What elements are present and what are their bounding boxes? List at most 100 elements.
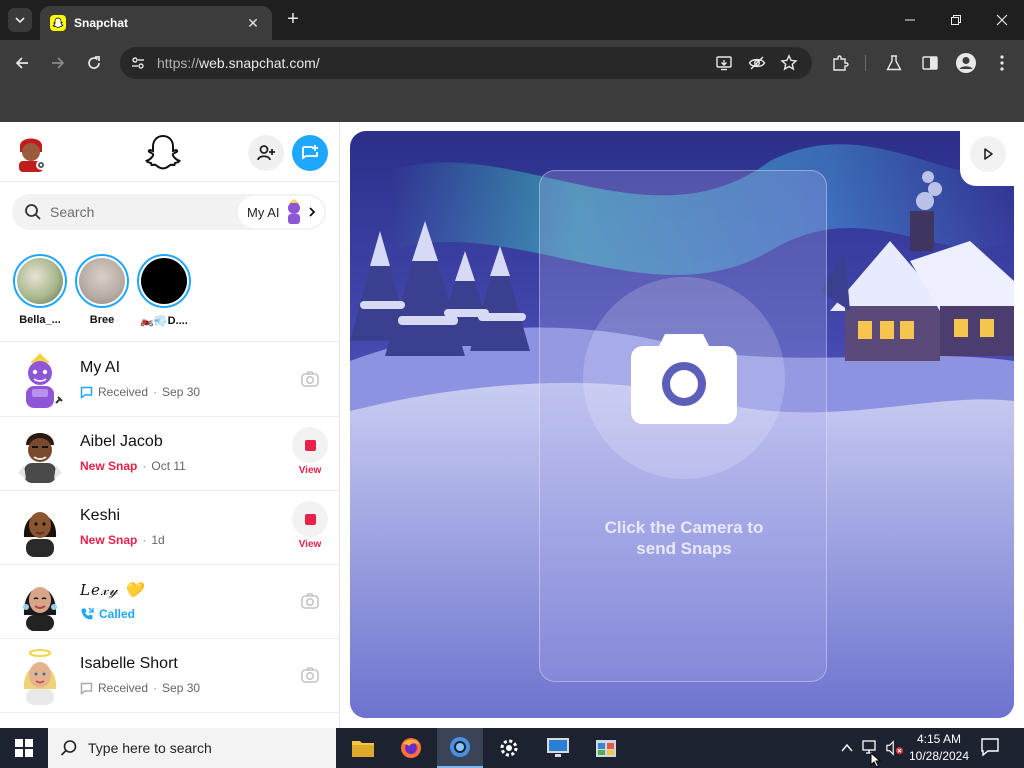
tab-search-button[interactable] bbox=[8, 8, 32, 32]
chat-name: 𝐿𝑒𝓍𝓎 💛 bbox=[80, 581, 145, 599]
view-snap-label: View bbox=[298, 465, 322, 476]
story-ring bbox=[13, 254, 67, 308]
camera-icon[interactable] bbox=[300, 591, 320, 611]
my-ai-avatar-icon bbox=[287, 199, 300, 224]
chat-status-text: New Snap bbox=[80, 459, 138, 473]
notification-center-button[interactable] bbox=[980, 737, 1004, 759]
profile-icon[interactable] bbox=[954, 51, 978, 75]
chat-row-isabelle-short[interactable]: Isabelle Short Received · Sep 30 bbox=[0, 639, 339, 713]
taskbar-search[interactable]: Type here to search bbox=[48, 728, 336, 768]
new-chat-button[interactable] bbox=[292, 135, 328, 171]
play-icon bbox=[984, 148, 993, 160]
chat-row-aibel-jacob[interactable]: Aibel Jacob New Snap · Oct 11 View bbox=[0, 417, 339, 491]
close-window-button[interactable] bbox=[982, 6, 1022, 34]
camera-hint: Click the Camera to send Snaps bbox=[540, 517, 828, 559]
status-separator: · bbox=[142, 533, 147, 547]
taskbar-search-placeholder: Type here to search bbox=[88, 740, 212, 756]
view-snap-label: View bbox=[298, 539, 322, 550]
add-friend-icon bbox=[257, 145, 275, 161]
labs-flask-icon[interactable] bbox=[882, 51, 906, 75]
story-thumbnail bbox=[17, 258, 63, 304]
story-item[interactable]: Bree bbox=[72, 254, 132, 326]
url-protocol: https:// bbox=[157, 55, 200, 71]
windows-taskbar: Type here to search 4:15 AM 10/28/2024 bbox=[0, 728, 1024, 768]
install-app-icon[interactable] bbox=[714, 53, 734, 73]
volume-muted-icon[interactable] bbox=[886, 739, 904, 757]
bookmark-star-icon[interactable] bbox=[779, 53, 799, 73]
minimize-icon bbox=[905, 19, 915, 21]
folder-icon bbox=[352, 741, 374, 757]
open-stories-button[interactable] bbox=[970, 136, 1006, 172]
story-name: Bella_... bbox=[19, 314, 61, 326]
arrow-right-icon bbox=[52, 57, 65, 69]
control-panel-icon bbox=[596, 740, 616, 757]
chat-avatar bbox=[12, 571, 68, 633]
tab-title: Snapchat bbox=[74, 16, 129, 30]
search-bar[interactable]: Search My AI bbox=[12, 194, 326, 230]
chat-time: Oct 11 bbox=[151, 459, 186, 473]
chat-avatar bbox=[12, 349, 68, 411]
browser-tab-snapchat[interactable]: Snapchat ✕ bbox=[40, 6, 272, 40]
close-icon bbox=[996, 14, 1008, 26]
chevron-right-icon bbox=[308, 207, 315, 217]
address-bar[interactable]: https://web.snapchat.com/ bbox=[120, 47, 812, 79]
story-name: 🏍️💨D.... bbox=[140, 315, 188, 327]
my-ai-shortcut-button[interactable]: My AI bbox=[238, 196, 324, 228]
windows-logo-icon bbox=[15, 739, 33, 757]
extensions-icon[interactable] bbox=[828, 51, 852, 75]
reload-icon bbox=[88, 56, 100, 69]
view-snap-button[interactable]: View bbox=[292, 501, 328, 550]
status-separator: · bbox=[153, 385, 158, 399]
chat-row-lexy[interactable]: 𝐿𝑒𝓍𝓎 💛 Called bbox=[0, 565, 339, 639]
mouse-cursor-icon bbox=[870, 752, 882, 768]
eye-off-icon[interactable] bbox=[747, 53, 767, 73]
back-button[interactable] bbox=[9, 50, 35, 76]
story-item[interactable]: Bella_... bbox=[10, 254, 70, 326]
chat-row-keshi[interactable]: Keshi New Snap · 1d View bbox=[0, 491, 339, 565]
chat-time: 1d bbox=[151, 533, 165, 547]
camera-hint-line-1: Click the Camera to bbox=[604, 518, 764, 537]
browser-tab-bar: Snapchat ✕ + bbox=[0, 0, 1024, 40]
chat-status-text: Received bbox=[98, 385, 149, 399]
tray-overflow-chevron-icon[interactable] bbox=[838, 739, 856, 757]
chat-row-partial[interactable] bbox=[0, 713, 339, 728]
gear-icon bbox=[500, 739, 518, 757]
chat-row-my-ai[interactable]: My AI Received · Sep 30 bbox=[0, 343, 339, 417]
side-panel-icon[interactable] bbox=[918, 51, 942, 75]
firefox-app[interactable] bbox=[388, 728, 434, 768]
my-profile-avatar[interactable] bbox=[14, 132, 48, 172]
start-button[interactable] bbox=[0, 728, 48, 768]
file-explorer-app[interactable] bbox=[340, 728, 386, 768]
chrome-app[interactable] bbox=[437, 728, 483, 768]
close-tab-button[interactable]: ✕ bbox=[244, 15, 262, 32]
site-info-icon[interactable] bbox=[128, 53, 148, 73]
system-clock[interactable]: 4:15 AM 10/28/2024 bbox=[904, 731, 974, 765]
story-thumbnail bbox=[79, 258, 125, 304]
view-snap-icon bbox=[292, 501, 328, 537]
bookmarks-bar bbox=[0, 86, 1024, 122]
view-snap-button[interactable]: View bbox=[292, 427, 328, 476]
minimize-button[interactable] bbox=[890, 6, 930, 34]
search-icon bbox=[25, 204, 41, 220]
remote-desktop-app[interactable] bbox=[535, 728, 581, 768]
settings-app[interactable] bbox=[486, 728, 532, 768]
camera-icon[interactable] bbox=[300, 665, 320, 685]
more-menu-icon[interactable] bbox=[990, 51, 1014, 75]
camera-capture-button[interactable] bbox=[583, 277, 785, 479]
new-tab-button[interactable]: + bbox=[282, 8, 304, 30]
forward-button[interactable] bbox=[45, 50, 71, 76]
add-friend-button[interactable] bbox=[248, 135, 284, 171]
chat-time: Sep 30 bbox=[162, 385, 201, 399]
sidebar-header bbox=[0, 122, 339, 182]
restore-button[interactable] bbox=[936, 6, 976, 34]
control-panel-app[interactable] bbox=[584, 728, 630, 768]
reload-button[interactable] bbox=[81, 50, 107, 76]
browser-toolbar: https://web.snapchat.com/ bbox=[0, 40, 1024, 86]
url-host: web.snapchat.com/ bbox=[199, 55, 320, 71]
camera-icon[interactable] bbox=[300, 369, 320, 389]
story-item[interactable]: 🏍️💨D.... bbox=[134, 254, 194, 327]
chat-sidebar: Search My AI Bella_... Bree 🏍️💨D.... My … bbox=[0, 122, 340, 728]
chat-avatar bbox=[12, 645, 68, 707]
chat-name: My AI bbox=[80, 359, 121, 376]
url-text[interactable]: https://web.snapchat.com/ bbox=[157, 55, 320, 71]
